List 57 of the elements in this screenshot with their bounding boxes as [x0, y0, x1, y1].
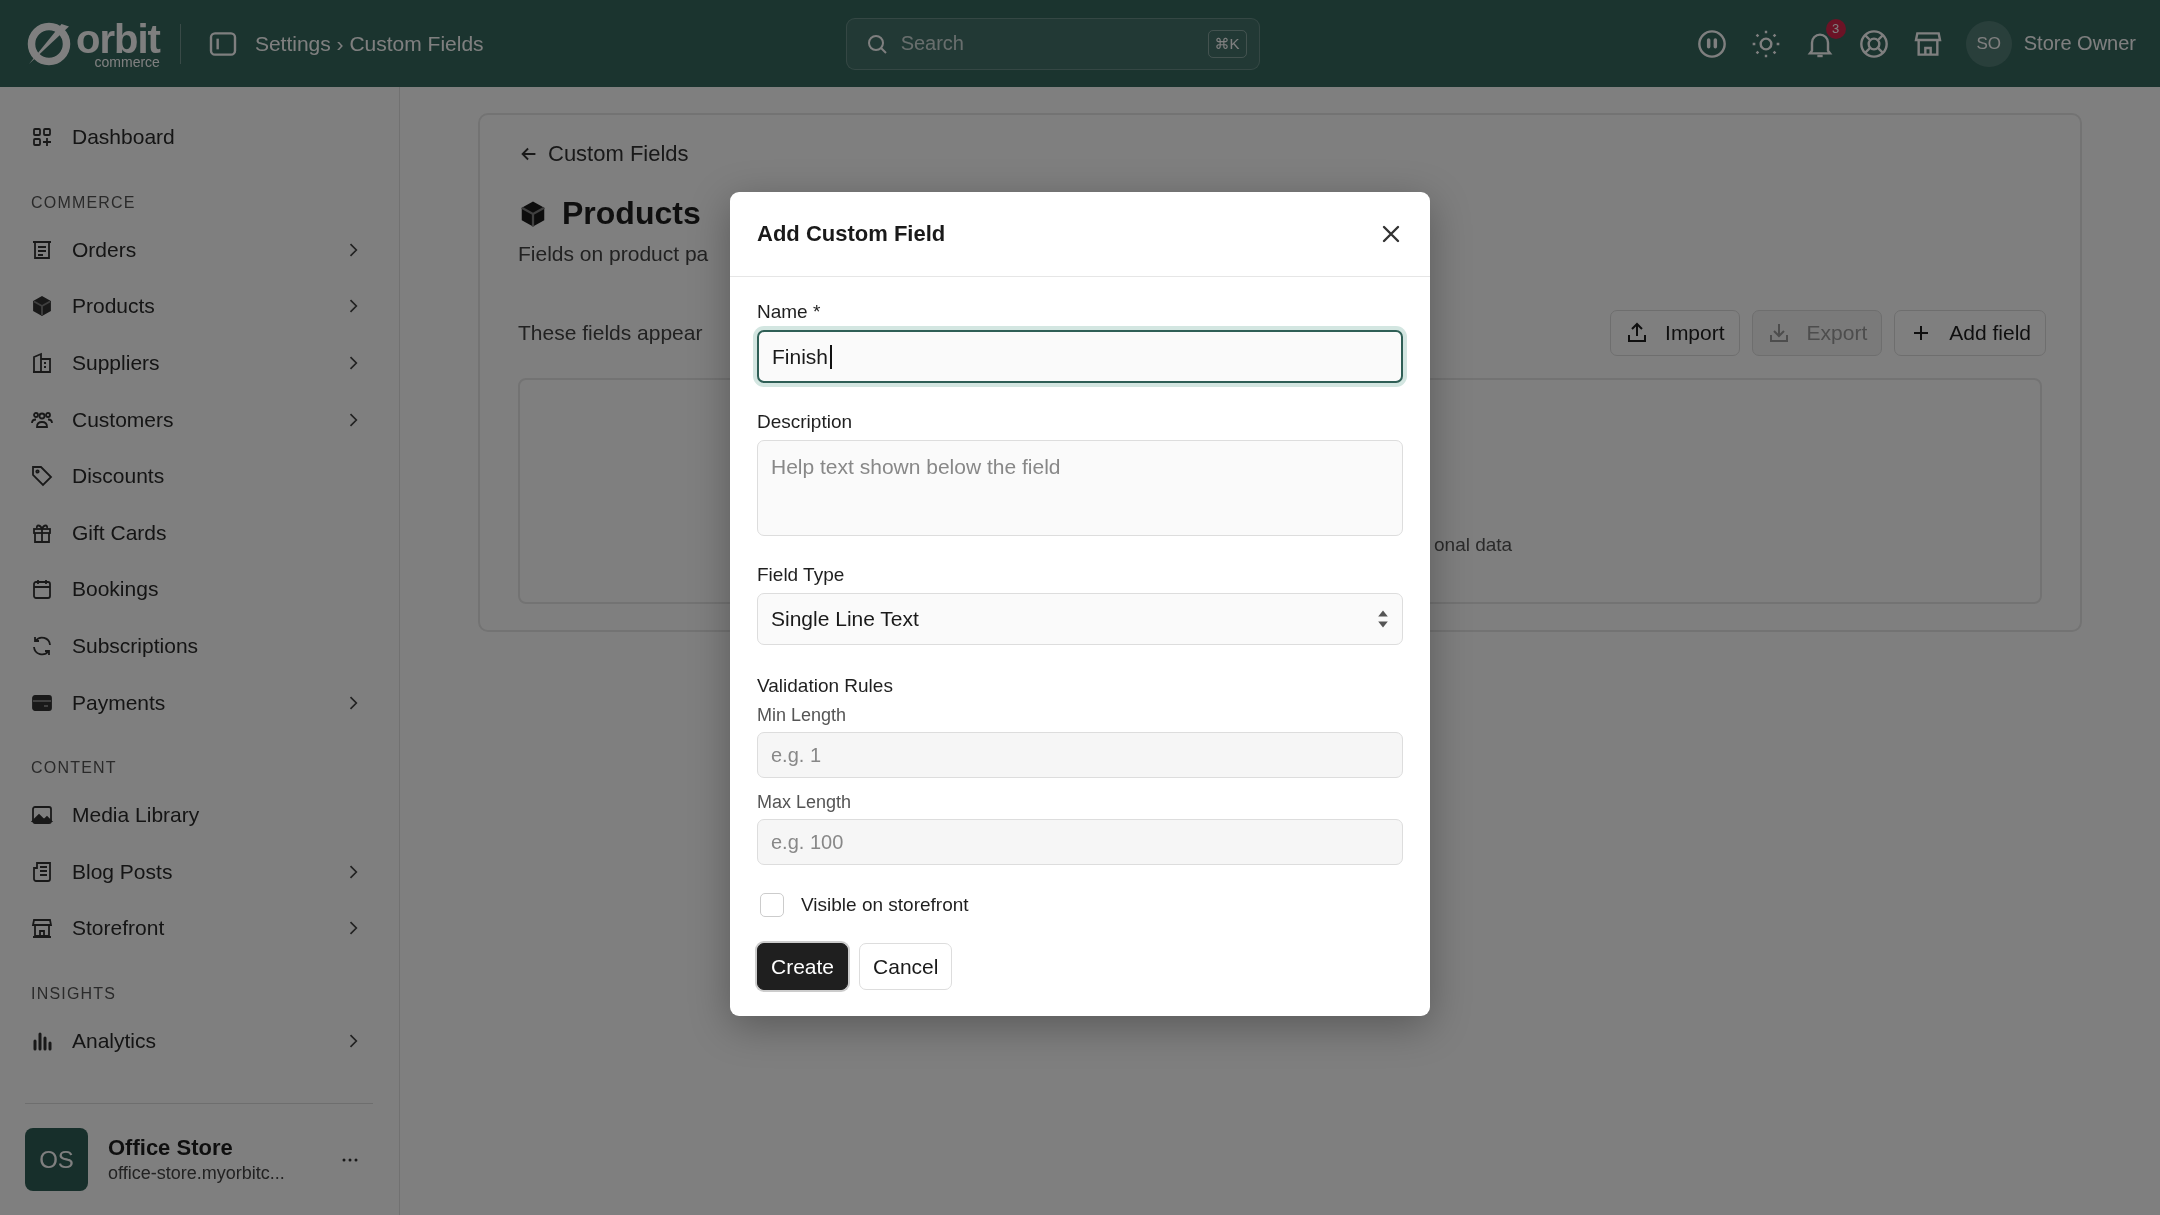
- select-field[interactable]: Single Line Text: [757, 593, 1403, 645]
- field-label: Field Type: [757, 564, 846, 586]
- input-field[interactable]: e.g. 100: [757, 819, 1403, 865]
- section-heading: COMMERCE: [31, 193, 137, 212]
- section-heading: CONTENT: [31, 758, 118, 777]
- shortcut-hint: ⌘K: [1207, 29, 1247, 58]
- up-down-caret-icon: [1377, 609, 1389, 629]
- empty-state-text: onal data: [1434, 534, 1513, 556]
- dialog-title: Add Custom Field: [757, 221, 946, 247]
- sidebar-item[interactable]: Orders: [30, 221, 373, 279]
- sidebar-item[interactable]: Products: [30, 278, 373, 335]
- cube-icon: [30, 294, 54, 319]
- input-field[interactable]: e.g. 1: [757, 732, 1403, 778]
- field-label: Max Length: [757, 792, 853, 813]
- robot-face-icon[interactable]: [1695, 27, 1728, 60]
- doc-icon: [30, 859, 54, 884]
- orbit-logo[interactable]: orbit commerce: [24, 18, 160, 69]
- sidebar-item[interactable]: Storefront: [30, 900, 373, 957]
- toolbar-button[interactable]: Add field: [1894, 310, 2046, 356]
- sidebar-item[interactable]: Suppliers: [30, 334, 373, 392]
- primary-button[interactable]: Create: [757, 943, 849, 990]
- notification-count: 3: [1825, 18, 1846, 39]
- store-name: Office Store: [108, 1135, 234, 1161]
- sidebar-item[interactable]: Gift Cards: [30, 504, 373, 562]
- page-subtitle: Fields on product pa: [518, 242, 710, 266]
- back-link[interactable]: Custom Fields: [518, 141, 689, 167]
- sidebar-item[interactable]: Payments: [30, 674, 373, 731]
- field-label: Description: [757, 411, 854, 433]
- sidebar-item[interactable]: Discounts: [30, 447, 373, 505]
- breadcrumb: Settings › Custom Fields: [254, 31, 484, 56]
- sidebar-item[interactable]: Bookings: [30, 561, 373, 618]
- sidebar-item[interactable]: Customers: [30, 391, 373, 448]
- section-heading: INSIGHTS: [31, 984, 118, 1003]
- page-title: Products: [562, 195, 701, 232]
- checkbox-label: Visible on storefront: [801, 894, 969, 916]
- store-avatar[interactable]: OS: [25, 1128, 88, 1191]
- more-options-icon[interactable]: [341, 1156, 359, 1163]
- toolbar-button[interactable]: Import: [1610, 310, 1740, 356]
- sidebar-item[interactable]: Analytics: [30, 1012, 373, 1070]
- field-label: Min Length: [757, 705, 848, 726]
- user-name[interactable]: Store Owner: [2023, 32, 2136, 55]
- store-icon: [30, 916, 54, 941]
- field-label: Name *: [757, 301, 822, 323]
- text-area[interactable]: Help text shown below the field: [757, 440, 1403, 536]
- sidebar-item[interactable]: Media Library: [30, 786, 373, 844]
- sidebar-item[interactable]: Dashboard: [30, 109, 373, 166]
- store-domain: office-store.myorbitc...: [108, 1163, 286, 1184]
- lifebuoy-icon[interactable]: [1857, 27, 1890, 60]
- sidebar-item[interactable]: Blog Posts: [30, 843, 373, 901]
- section-heading: Validation Rules: [757, 675, 894, 697]
- tag-icon: [30, 464, 54, 489]
- intro-text: These fields appear: [518, 321, 704, 345]
- secondary-button[interactable]: Cancel: [859, 943, 953, 990]
- building-icon: [30, 351, 54, 376]
- checkbox[interactable]: [760, 893, 784, 917]
- calendar-icon: [30, 577, 54, 602]
- sidebar-item[interactable]: Subscriptions: [30, 617, 373, 675]
